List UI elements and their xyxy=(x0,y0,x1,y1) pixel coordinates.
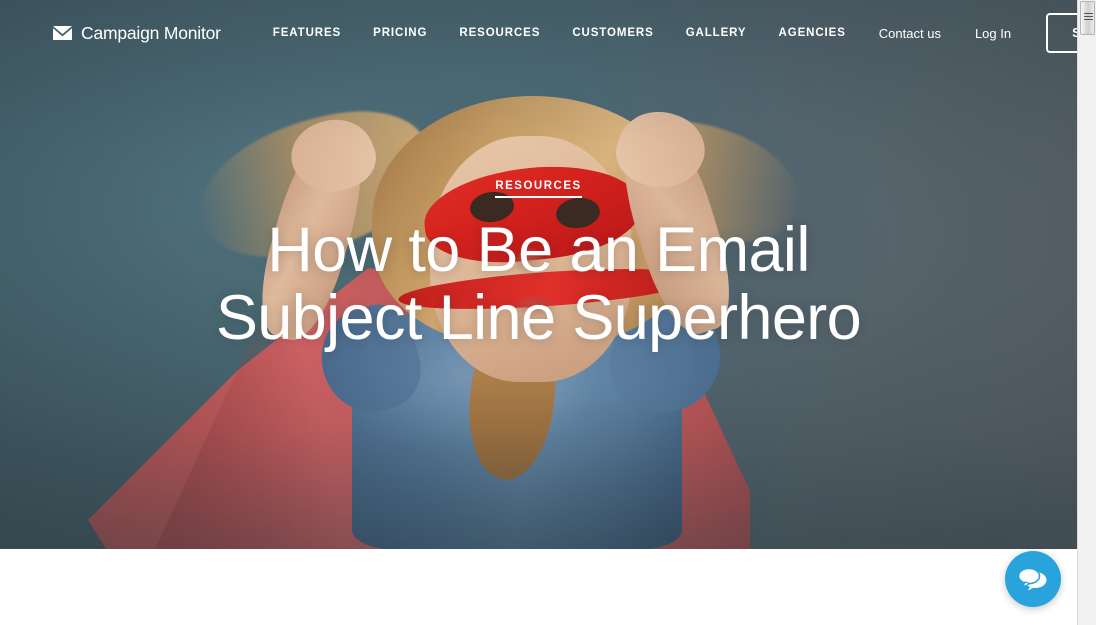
scrollbar-grip-icon xyxy=(1084,13,1093,21)
page-viewport: Campaign Monitor FEATURES PRICING RESOUR… xyxy=(0,0,1077,625)
chat-bubbles-icon xyxy=(1018,567,1047,591)
browser-page: Campaign Monitor FEATURES PRICING RESOUR… xyxy=(0,0,1096,625)
page-title-line-2: Subject Line Superhero xyxy=(215,283,862,354)
nav-item-gallery[interactable]: GALLERY xyxy=(670,27,763,39)
brand-name: Campaign Monitor xyxy=(81,22,221,43)
article-content-area xyxy=(0,549,1077,625)
nav-item-pricing[interactable]: PRICING xyxy=(357,27,443,39)
nav-secondary-actions: Contact us Log In SIGN UP xyxy=(862,13,1077,53)
chat-widget-button[interactable] xyxy=(1005,551,1061,607)
hero-category-label[interactable]: RESOURCES xyxy=(495,180,582,198)
scrollbar-thumb[interactable] xyxy=(1080,1,1095,35)
browser-scrollbar[interactable] xyxy=(1077,0,1096,625)
log-in-link[interactable]: Log In xyxy=(958,26,1028,41)
hero-section: Campaign Monitor FEATURES PRICING RESOUR… xyxy=(0,0,1077,549)
envelope-logo-icon xyxy=(53,26,72,40)
nav-item-resources[interactable]: RESOURCES xyxy=(443,27,556,39)
main-navigation: Campaign Monitor FEATURES PRICING RESOUR… xyxy=(0,0,1077,66)
nav-item-features[interactable]: FEATURES xyxy=(257,27,357,39)
nav-item-customers[interactable]: CUSTOMERS xyxy=(556,27,669,39)
contact-us-link[interactable]: Contact us xyxy=(862,26,958,41)
nav-item-agencies[interactable]: AGENCIES xyxy=(763,27,862,39)
brand-logo[interactable]: Campaign Monitor xyxy=(53,23,221,44)
page-title-line-1: How to Be an Email xyxy=(267,215,810,285)
hero-copy: RESOURCES How to Be an Email Subject Lin… xyxy=(0,176,1077,352)
nav-links: FEATURES PRICING RESOURCES CUSTOMERS GAL… xyxy=(257,27,862,39)
page-title: How to Be an Email Subject Line Superher… xyxy=(0,216,1077,352)
sign-up-button[interactable]: SIGN UP xyxy=(1046,13,1077,53)
